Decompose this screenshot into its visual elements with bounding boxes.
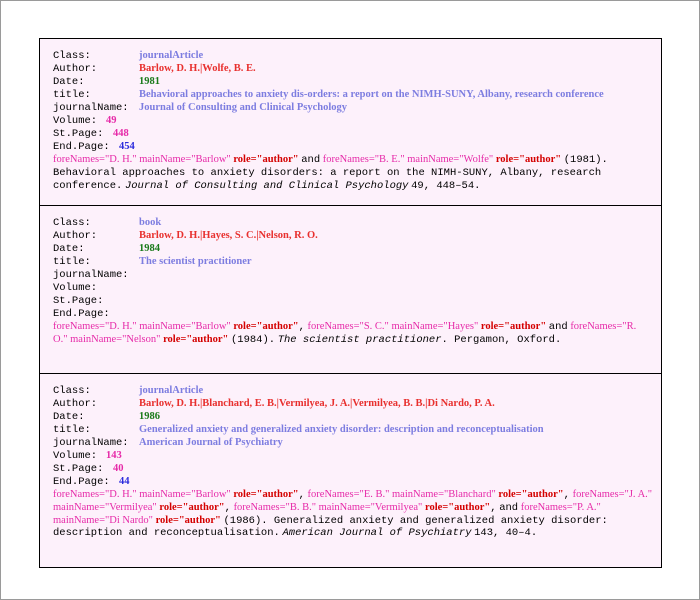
- date-value: 1981: [139, 76, 160, 87]
- reference-text: foreNames="D. H." mainName="Barlow" role…: [53, 489, 653, 540]
- journal-label: journalName:: [53, 269, 129, 281]
- author-forenames: foreNames="S. C." mainName="Hayes": [307, 321, 479, 332]
- end-page-label: End.Page:: [53, 476, 110, 488]
- separator: and: [301, 154, 321, 166]
- reference-publisher: . Pergamon, Oxford.: [441, 333, 562, 346]
- st-page-value: 448: [113, 128, 129, 139]
- record-card: Class: book Author: Barlow, D. H.|Hayes,…: [39, 205, 662, 373]
- author-value: Barlow, D. H.|Wolfe, B. E.: [139, 63, 256, 74]
- class-value: book: [139, 217, 162, 228]
- author-role: role="author": [155, 514, 221, 526]
- author-label: Author:: [53, 230, 98, 242]
- end-page-label: End.Page:: [53, 141, 110, 153]
- st-page-value: 40: [113, 463, 124, 474]
- separator: ,: [490, 501, 497, 514]
- separator: ,: [298, 321, 305, 333]
- class-value: journalArticle: [139, 385, 204, 396]
- author-role: role="author": [498, 489, 564, 500]
- reference-citation: 143, 40–4.: [474, 527, 538, 540]
- author-role: role="author": [480, 321, 547, 332]
- date-label: Date:: [53, 76, 85, 88]
- reference-journal: American Journal of Psychiatry: [282, 527, 472, 540]
- date-value: 1984: [139, 243, 160, 254]
- author-forenames: foreNames="D. H." mainName="Barlow": [53, 489, 231, 500]
- author-forenames: foreNames="D. H." mainName="Barlow": [53, 154, 231, 165]
- author-value: Barlow, D. H.|Hayes, S. C.|Nelson, R. O.: [139, 230, 318, 241]
- date-value: 1986: [139, 411, 160, 422]
- author-label: Author:: [53, 63, 98, 75]
- author-forenames: foreNames="B. E." mainName="Wolfe": [322, 154, 494, 165]
- separator: ,: [563, 489, 570, 501]
- author-role: role="author": [163, 333, 229, 345]
- author-role: role="author": [495, 154, 562, 165]
- volume-label: Volume:: [53, 450, 98, 462]
- separator: ,: [298, 489, 305, 501]
- title-label: title:: [53, 256, 91, 268]
- title-label: title:: [53, 89, 91, 101]
- author-role: role="author": [233, 154, 299, 165]
- author-forenames: foreNames="B. B." mainName="Vermilyea": [233, 501, 423, 513]
- author-label: Author:: [53, 398, 98, 410]
- title-value: Generalized anxiety and generalized anxi…: [139, 424, 544, 435]
- title-value: The scientist practitioner: [139, 256, 252, 267]
- reference-citation: 49, 448–54.: [411, 179, 481, 192]
- volume-value: 143: [106, 450, 122, 461]
- date-label: Date:: [53, 411, 85, 423]
- st-page-label: St.Page:: [53, 128, 104, 140]
- author-role: role="author": [424, 501, 491, 513]
- journal-value: American Journal of Psychiatry: [139, 437, 283, 448]
- separator: ,: [224, 501, 231, 514]
- volume-value: 49: [106, 115, 117, 126]
- class-value: journalArticle: [139, 50, 204, 61]
- author-role: role="author": [233, 489, 299, 500]
- reference-text: foreNames="D. H." mainName="Barlow" role…: [53, 321, 653, 347]
- end-page-value: 454: [119, 141, 135, 152]
- author-forenames: foreNames="D. H." mainName="Barlow": [53, 321, 231, 332]
- title-value: Behavioral approaches to anxiety dis-ord…: [139, 89, 604, 100]
- record-card: Class: journalArticle Author: Barlow, D.…: [39, 38, 662, 205]
- st-page-label: St.Page:: [53, 463, 104, 475]
- author-role: role="author": [233, 321, 299, 332]
- reference-book-title: The scientist practitioner: [277, 333, 442, 346]
- class-label: Class:: [53, 50, 91, 62]
- st-page-label: St.Page:: [53, 295, 104, 307]
- reference-body: (1984).: [230, 333, 276, 346]
- journal-label: journalName:: [53, 437, 129, 449]
- journal-label: journalName:: [53, 102, 129, 114]
- volume-label: Volume:: [53, 282, 98, 294]
- class-label: Class:: [53, 217, 91, 229]
- record-card: Class: journalArticle Author: Barlow, D.…: [39, 373, 662, 568]
- reference-text: foreNames="D. H." mainName="Barlow" role…: [53, 154, 653, 192]
- volume-label: Volume:: [53, 115, 98, 127]
- separator: and: [499, 501, 519, 514]
- author-value: Barlow, D. H.|Blanchard, E. B.|Vermilyea…: [139, 398, 495, 409]
- separator: and: [548, 321, 568, 333]
- title-label: title:: [53, 424, 91, 436]
- journal-value: Journal of Consulting and Clinical Psych…: [139, 102, 347, 113]
- end-page-value: 44: [119, 476, 130, 487]
- class-label: Class:: [53, 385, 91, 397]
- end-page-label: End.Page:: [53, 308, 110, 320]
- author-forenames: foreNames="E. B." mainName="Blanchard": [307, 489, 496, 500]
- author-role: role="author": [159, 501, 225, 513]
- reference-journal: Journal of Consulting and Clinical Psych…: [124, 179, 409, 192]
- date-label: Date:: [53, 243, 85, 255]
